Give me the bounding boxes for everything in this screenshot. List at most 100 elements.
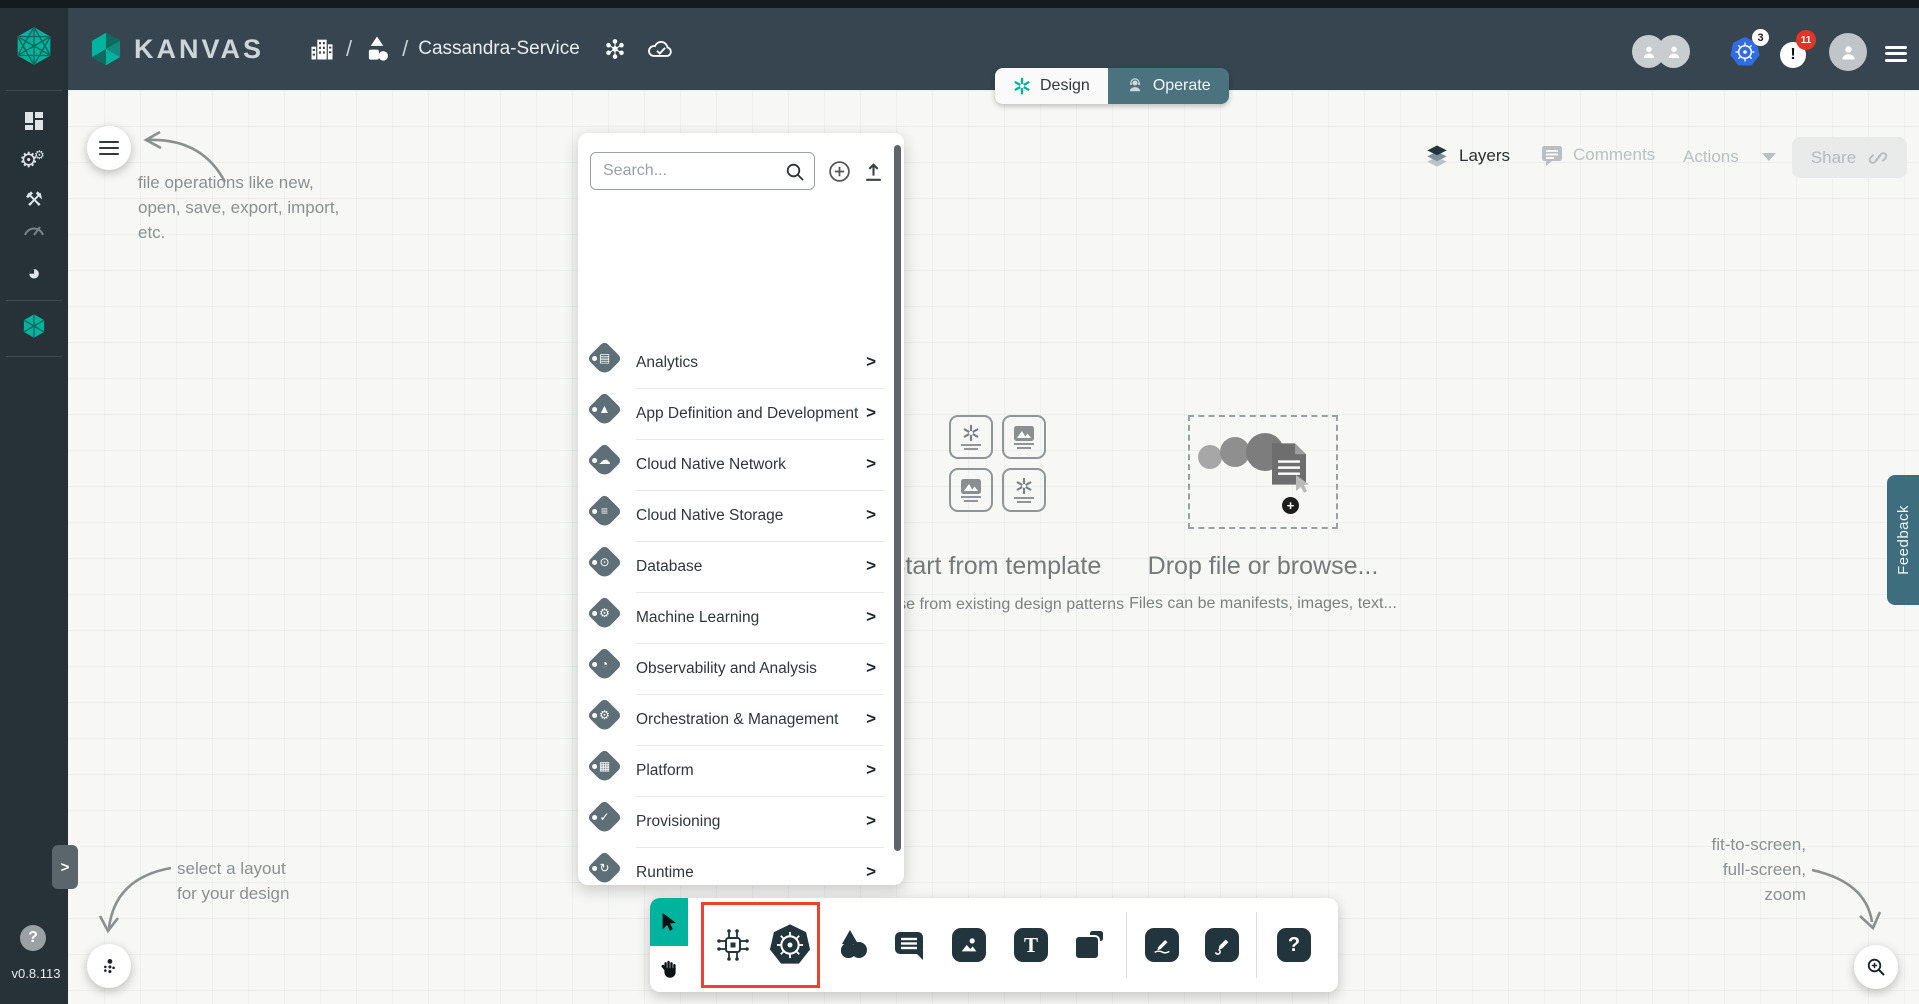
design-pattern-icon: [962, 424, 980, 442]
collaborator-avatar[interactable]: [1632, 35, 1665, 68]
organization-icon[interactable]: [308, 34, 336, 64]
toolbar-help-button[interactable]: ?: [1266, 898, 1322, 992]
app-version: v0.8.113: [8, 966, 64, 981]
feedback-tab[interactable]: Feedback: [1887, 475, 1919, 605]
category-label: Database: [636, 558, 702, 576]
design-name[interactable]: Cassandra-Service: [418, 38, 580, 60]
kubernetes-count-badge: 3: [1752, 29, 1769, 46]
add-component-icon[interactable]: [827, 159, 852, 184]
notes-tool[interactable]: [1061, 898, 1117, 992]
dot-decor: [1198, 445, 1222, 469]
chevron-right-icon: >: [866, 607, 876, 627]
actions-dropdown[interactable]: Actions: [1683, 147, 1776, 167]
shapes-tool[interactable]: [824, 898, 880, 992]
sidebar-item-dashboard[interactable]: [0, 111, 68, 131]
category-row[interactable]: ▲ App Definition and Development >: [578, 389, 904, 440]
breadcrumb-separator: /: [336, 36, 362, 62]
category-row[interactable]: ⚙ Orchestration & Management >: [578, 695, 904, 746]
pen-icon: [1151, 934, 1173, 956]
chevron-right-icon: >: [866, 862, 876, 882]
comments-label: Comments: [1573, 145, 1655, 165]
chevron-right-icon: >: [866, 658, 876, 678]
app-header: KANVAS / / Cassandra-Service: [68, 8, 1919, 90]
layout-selector-button[interactable]: [87, 944, 131, 988]
user-avatar[interactable]: [1829, 33, 1867, 71]
tab-operate[interactable]: Operate: [1108, 68, 1229, 104]
designs-icon[interactable]: [362, 34, 392, 64]
shapes-icon: [833, 926, 871, 964]
category-row[interactable]: ☁ Cloud Native Network >: [578, 440, 904, 491]
text-tool[interactable]: T: [1003, 898, 1059, 992]
category-tag-icon: ✓: [587, 800, 622, 835]
sidebar-item-kanvas[interactable]: [0, 313, 68, 339]
zoom-controls-button[interactable]: [1854, 945, 1898, 989]
draw-tool[interactable]: [1194, 898, 1250, 992]
pan-tool[interactable]: [650, 946, 688, 992]
operate-icon: [1126, 77, 1144, 95]
chevron-right-icon: >: [866, 403, 876, 423]
text-tool-icon: T: [1024, 933, 1038, 958]
chevron-right-icon: >: [866, 811, 876, 831]
sidebar-divider: [6, 300, 62, 301]
panel-scrollbar[interactable]: [894, 145, 901, 851]
share-button[interactable]: Share: [1792, 137, 1907, 178]
file-menu-button[interactable]: [87, 126, 131, 170]
environment-icon[interactable]: [602, 36, 628, 62]
file-drop-zone[interactable]: +: [1188, 415, 1338, 529]
comments-button[interactable]: Comments: [1540, 143, 1655, 167]
chevron-right-icon: >: [866, 505, 876, 525]
sidebar-item-extensions[interactable]: ◕: [0, 260, 68, 286]
sign-tool[interactable]: [1134, 898, 1190, 992]
notifications[interactable]: ! 11: [1780, 42, 1806, 68]
category-row[interactable]: ⊙ Database >: [578, 542, 904, 593]
layers-button[interactable]: Layers: [1424, 143, 1510, 169]
category-tag-icon: ⊙: [587, 545, 622, 580]
category-row[interactable]: ✓ Provisioning >: [578, 797, 904, 848]
sidebar-item-configuration[interactable]: ⚒: [0, 187, 68, 212]
bottom-toolbar: T ?: [650, 898, 1338, 992]
collaborators[interactable]: [1632, 35, 1690, 68]
sidebar-expand-button[interactable]: >: [52, 845, 78, 889]
template-card-image[interactable]: [949, 468, 993, 512]
kanvas-app: { "app": { "version": "v0.8.113", "feedb…: [0, 0, 1919, 1004]
category-row[interactable]: ≡ Cloud Native Storage >: [578, 491, 904, 542]
feedback-label: Feedback: [1895, 505, 1912, 575]
category-tag-icon: ⚙: [587, 698, 622, 733]
search-input[interactable]: [591, 153, 814, 189]
breadcrumb: / / Cassandra-Service: [308, 34, 676, 64]
question-icon: ?: [1288, 934, 1300, 957]
select-tool[interactable]: [650, 898, 688, 946]
image-tool-icon: [958, 934, 980, 956]
actions-label: Actions: [1683, 147, 1739, 167]
component-tool[interactable]: [705, 898, 761, 992]
template-card-design[interactable]: [1002, 468, 1046, 512]
chevron-right-icon: >: [866, 709, 876, 729]
image-tool[interactable]: [941, 898, 997, 992]
kanvas-logo[interactable]: KANVAS: [88, 31, 264, 67]
annotation-arrow-zoom: [1808, 860, 1888, 940]
category-label: Analytics: [636, 354, 698, 372]
category-row[interactable]: ▦ Platform >: [578, 746, 904, 797]
sidebar-item-performance[interactable]: [0, 220, 68, 238]
chevron-right-icon: >: [866, 556, 876, 576]
template-card-design[interactable]: [949, 415, 993, 459]
caret-down-icon: [1762, 153, 1776, 161]
meshery-logo-icon[interactable]: [13, 25, 55, 67]
help-button[interactable]: ?: [20, 925, 46, 951]
drop-file-subtitle: Files can be manifests, images, text...: [1113, 595, 1413, 613]
kubernetes-status[interactable]: 3: [1729, 36, 1761, 68]
tab-design[interactable]: Design: [995, 68, 1108, 104]
comment-tool[interactable]: [881, 898, 937, 992]
import-upload-icon[interactable]: [861, 159, 886, 184]
kubernetes-tool[interactable]: [762, 898, 818, 992]
category-row[interactable]: ⚙ Machine Learning >: [578, 593, 904, 644]
sidebar-item-lifecycle[interactable]: ⚙⚙: [0, 148, 68, 173]
header-menu-button[interactable]: [1885, 42, 1907, 65]
drop-file-title[interactable]: Drop file or browse...: [1113, 552, 1413, 581]
template-card-image[interactable]: [1002, 415, 1046, 459]
cursor-decor-icon: [1294, 475, 1314, 497]
category-row[interactable]: ◔ Observability and Analysis >: [578, 644, 904, 695]
tab-operate-label: Operate: [1153, 77, 1211, 95]
category-row[interactable]: ▤ Analytics >: [578, 338, 904, 389]
category-row[interactable]: ↻ Runtime >: [578, 848, 904, 885]
